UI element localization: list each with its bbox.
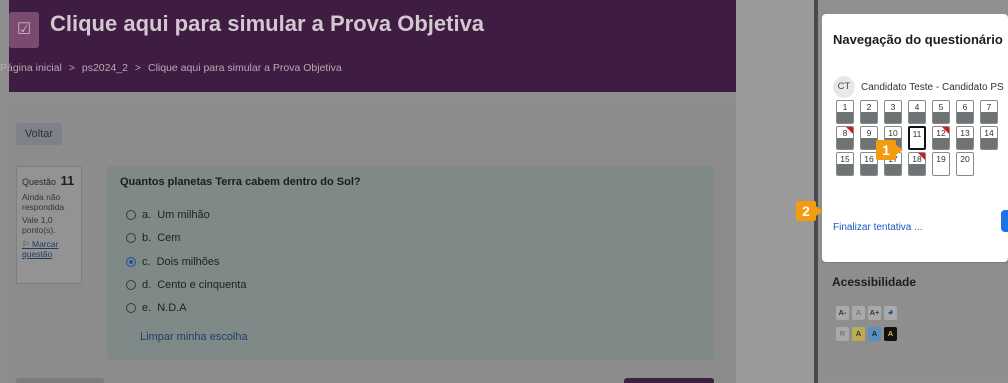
question-nav-button[interactable]: 6 — [956, 100, 974, 124]
flag-question-link[interactable]: ⚐ Marcar questão — [22, 239, 76, 259]
question-nav-button[interactable]: 19 — [932, 152, 950, 176]
finish-attempt-link[interactable]: Finalizar tentativa ... — [833, 222, 922, 233]
radio-button-selected[interactable] — [126, 257, 136, 267]
font-size-controls: A- A A+ ◕ — [836, 306, 897, 320]
edit-check-icon: ☑ — [9, 12, 39, 48]
question-nav-status-bar — [981, 138, 997, 149]
question-nav-button[interactable]: 18 — [908, 152, 926, 176]
avatar: CT — [833, 76, 855, 98]
question-nav-status-bar — [861, 138, 877, 149]
question-nav-status-bar — [837, 138, 853, 149]
question-nav-button[interactable]: 5 — [932, 100, 950, 124]
option-a[interactable]: a. Um milhão — [126, 209, 210, 221]
contrast-yellow-button[interactable]: A — [852, 327, 865, 341]
breadcrumb-current[interactable]: Clique aqui para simular a Prova Objetiv… — [148, 62, 342, 74]
question-nav-button[interactable]: 7 — [980, 100, 998, 124]
question-nav-number: 19 — [936, 154, 946, 164]
quiz-navigation-card: Navegação do questionário CT Candidato T… — [822, 14, 1008, 262]
breadcrumb-separator: > — [134, 62, 142, 74]
font-reset-button[interactable]: A — [852, 306, 865, 320]
font-decrease-button[interactable]: A- — [836, 306, 849, 320]
radio-button[interactable] — [126, 280, 136, 290]
callout-badge-1: 1 — [876, 140, 903, 160]
font-increase-button[interactable]: A+ — [868, 306, 881, 320]
question-nav-button[interactable]: 12 — [932, 126, 950, 150]
contrast-reset-button[interactable]: R — [836, 327, 849, 341]
radio-button[interactable] — [126, 210, 136, 220]
question-nav-button[interactable]: 11 — [908, 126, 926, 150]
next-page-button[interactable] — [624, 378, 714, 383]
clear-choice-link[interactable]: Limpar minha escolha — [140, 331, 248, 343]
question-nav-button[interactable]: 3 — [884, 100, 902, 124]
callout-badge-2: 2 — [796, 201, 823, 221]
option-b[interactable]: b. Cem — [126, 232, 180, 244]
question-nav-status-bar — [957, 112, 973, 123]
question-nav-status-bar — [981, 112, 997, 123]
breadcrumb-home[interactable]: Página inicial — [0, 62, 62, 74]
question-nav-button[interactable]: 4 — [908, 100, 926, 124]
question-nav-button[interactable]: 8 — [836, 126, 854, 150]
question-info-panel: Questão 11 Ainda não respondida Vale 1,0… — [16, 166, 82, 284]
question-nav-button[interactable]: 1 — [836, 100, 854, 124]
previous-page-button[interactable] — [16, 378, 104, 383]
question-nav-button[interactable]: 13 — [956, 126, 974, 150]
contrast-blue-button[interactable]: A — [868, 327, 881, 341]
radio-button[interactable] — [126, 233, 136, 243]
question-nav-button[interactable]: 14 — [980, 126, 998, 150]
question-nav-status-bar — [909, 164, 925, 175]
back-button[interactable]: Voltar — [16, 123, 62, 145]
question-nav-status-bar — [909, 112, 925, 123]
accessibility-card: Acessibilidade A- A A+ ◕ R A A A — [822, 262, 1008, 372]
question-nav-status-bar — [957, 138, 973, 149]
quiz-navigation-title: Navegação do questionário — [833, 32, 1003, 47]
breadcrumb-separator: > — [68, 62, 75, 74]
quiz-page: ☑ Clique aqui para simular a Prova Objet… — [0, 0, 736, 383]
palette-icon[interactable]: ◕ — [884, 306, 897, 320]
question-nav-status-bar — [861, 112, 877, 123]
question-text: Quantos planetas Terra cabem dentro do S… — [120, 176, 361, 188]
question-nav-button[interactable]: 2 — [860, 100, 878, 124]
contrast-black-button[interactable]: A — [884, 327, 897, 341]
drawer-toggle-tab[interactable] — [1001, 210, 1008, 232]
option-c[interactable]: c. Dois milhões — [126, 256, 220, 268]
question-nav-number: 20 — [960, 154, 970, 164]
question-points: Vale 1,0 ponto(s). — [22, 215, 56, 235]
user-name[interactable]: Candidato Teste - Candidato PS — [861, 82, 1004, 93]
question-nav-button[interactable]: 20 — [956, 152, 974, 176]
radio-button[interactable] — [126, 303, 136, 313]
breadcrumb: Página inicial > ps2024_2 > Clique aqui … — [0, 62, 346, 74]
accessibility-title: Acessibilidade — [832, 275, 917, 289]
breadcrumb-course[interactable]: ps2024_2 — [82, 62, 128, 74]
question-nav-status-bar — [837, 112, 853, 123]
question-nav-status-bar — [885, 164, 901, 175]
question-nav-status-bar — [885, 112, 901, 123]
option-e[interactable]: e. N.D.A — [126, 302, 187, 314]
question-nav-status-bar — [861, 164, 877, 175]
contrast-controls: R A A A — [836, 327, 897, 341]
question-nav-button[interactable]: 15 — [836, 152, 854, 176]
question-nav-number: 11 — [912, 129, 922, 139]
question-status: Ainda não respondida — [22, 192, 65, 212]
question-nav-status-bar — [933, 112, 949, 123]
question-nav-status-bar — [837, 164, 853, 175]
question-nav-status-bar — [933, 138, 949, 149]
question-number: 11 — [60, 173, 75, 188]
option-d[interactable]: d. Cento e cinquenta — [126, 279, 246, 291]
flag-icon: ⚐ — [22, 239, 32, 249]
user-info: CT Candidato Teste - Candidato PS — [833, 76, 1004, 98]
page-title: Clique aqui para simular a Prova Objetiv… — [50, 11, 485, 36]
question-label: Questão — [22, 177, 57, 187]
